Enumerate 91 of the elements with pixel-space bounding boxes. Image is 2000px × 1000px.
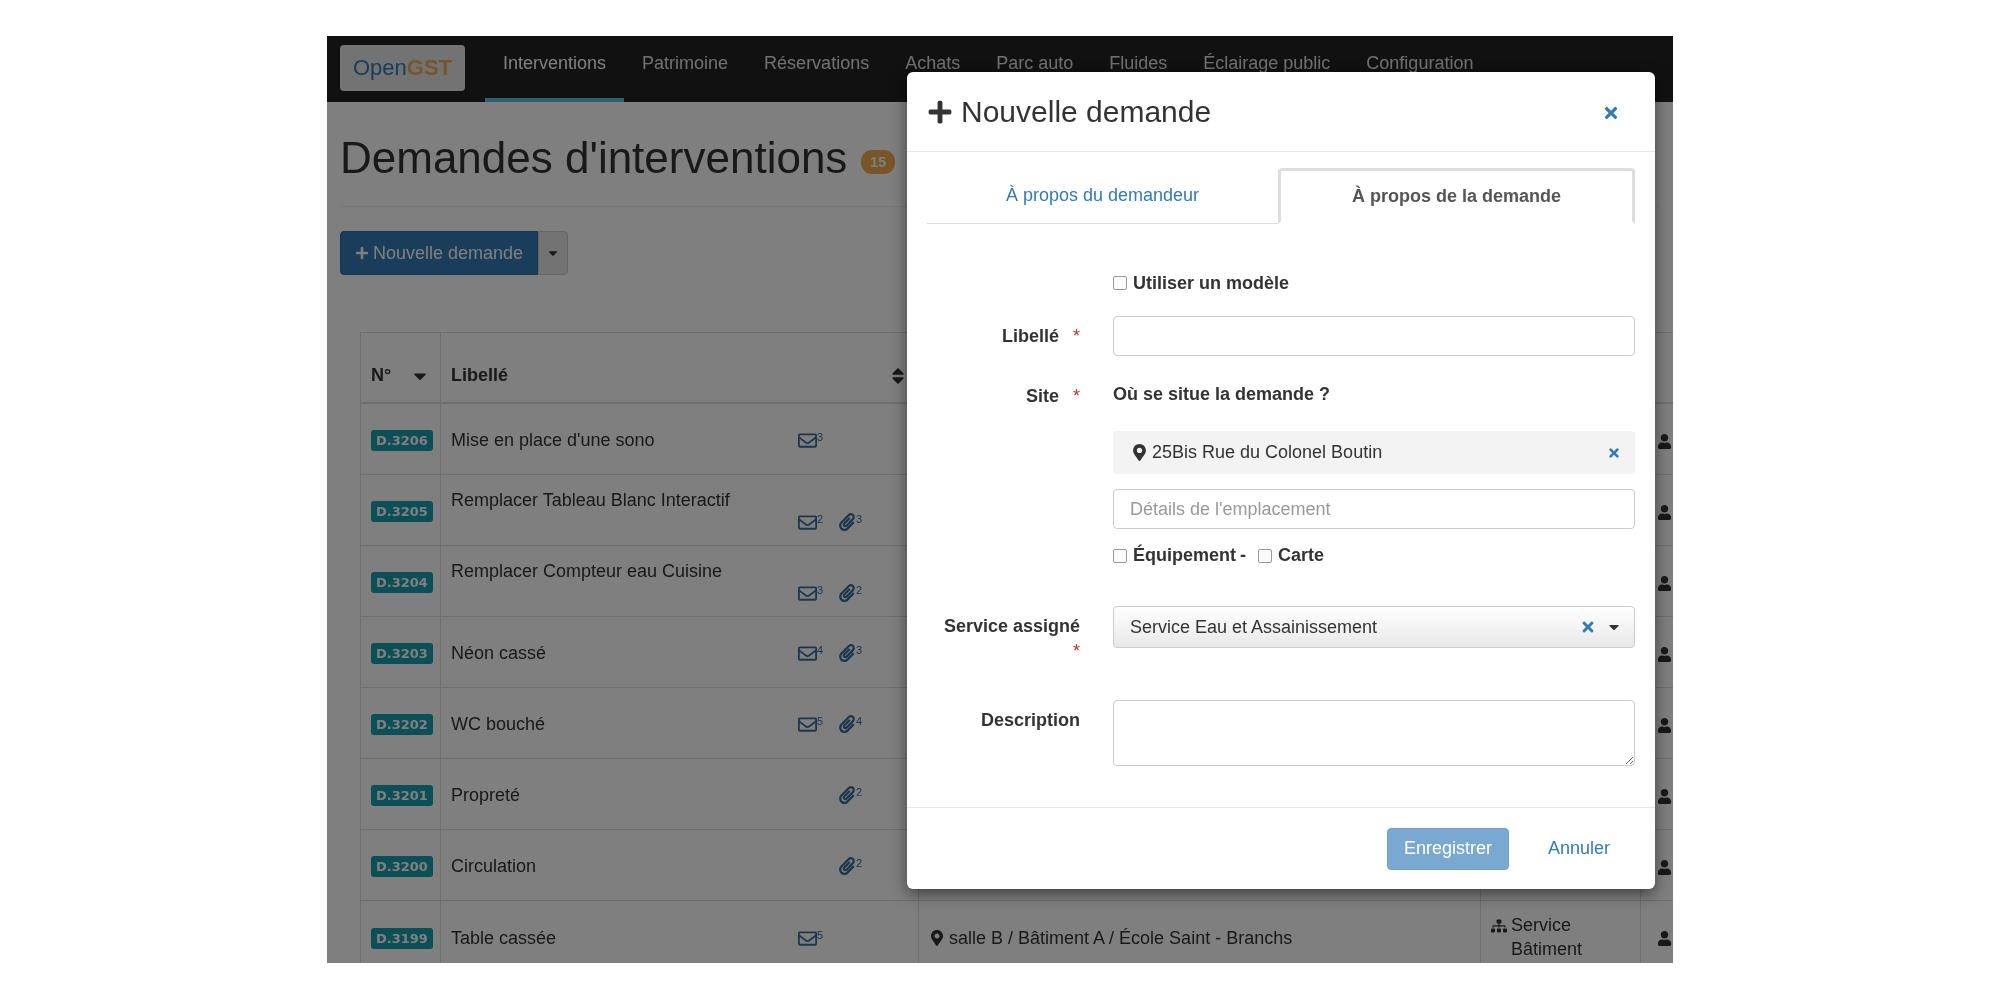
user-icon [1657, 717, 1672, 733]
clear-icon[interactable] [1580, 619, 1596, 635]
map-pin-icon [929, 930, 945, 946]
close-icon[interactable] [1607, 445, 1621, 460]
user-icon [1657, 646, 1672, 662]
user-icon [1657, 433, 1672, 449]
attachment-count: 3 [856, 643, 863, 656]
user-icon [1657, 575, 1672, 591]
request-title[interactable]: Remplacer Compteur eau Cuisine [451, 561, 729, 582]
attachment-count: 2 [856, 786, 863, 798]
request-title[interactable]: Propreté [451, 784, 527, 806]
count-badge: 15 [861, 150, 895, 174]
request-title[interactable]: Table cassée [451, 927, 563, 949]
request-id-badge[interactable]: D.3203 [371, 642, 433, 664]
request-id-badge[interactable]: D.3199 [371, 927, 433, 949]
new-request-button[interactable]: Nouvelle demande [340, 231, 539, 275]
page-title: Demandes d'interventions [340, 133, 848, 183]
request-title[interactable]: Remplacer Tableau Blanc Interactif [451, 490, 736, 511]
nav-link[interactable]: Patrimoine [624, 36, 747, 102]
request-id-badge[interactable]: D.3206 [371, 429, 433, 451]
user-icon [1657, 788, 1672, 804]
field-label: Libellé [1001, 325, 1059, 348]
field-label: Service assigné [943, 615, 1080, 638]
request-title[interactable]: Mise en place d'une sono [451, 429, 661, 451]
paperclip-icon [838, 786, 856, 804]
paperclip-icon [838, 643, 856, 662]
map-pin-icon [1131, 444, 1148, 461]
attachment-count: 2 [856, 584, 863, 596]
message-count: 4 [817, 643, 824, 656]
modal-title: Nouvelle demande [961, 94, 1212, 129]
message-count: 2 [817, 513, 824, 525]
user-icon [1657, 859, 1672, 875]
hierarchy-icon [1491, 918, 1507, 935]
envelope-icon [798, 928, 817, 948]
user-icon [1657, 504, 1672, 520]
location-details-field[interactable]: Détails de l'emplacement [1113, 489, 1635, 529]
column-header[interactable]: Libellé [451, 365, 508, 386]
service-select[interactable]: Service Eau et Assainissement [1113, 606, 1635, 648]
paperclip-icon [838, 513, 856, 531]
envelope-icon [798, 513, 817, 532]
paperclip-icon [838, 857, 856, 875]
checkbox-label[interactable]: Carte [1278, 545, 1325, 566]
message-count: 3 [817, 584, 824, 596]
paperclip-icon [838, 584, 856, 602]
site-question: Où se situe la demande ? [1113, 383, 1332, 406]
checkbox[interactable] [1258, 548, 1272, 563]
tab[interactable]: À propos du demandeur [927, 168, 1278, 223]
request-id-badge[interactable]: D.3205 [371, 500, 433, 522]
cancel-link[interactable]: Annuler [1530, 827, 1627, 870]
envelope-icon [798, 643, 817, 663]
plus-icon [927, 98, 953, 125]
text-input[interactable] [1113, 316, 1635, 356]
checkbox[interactable] [1113, 548, 1127, 563]
request-title[interactable]: Néon cassé [451, 642, 553, 664]
envelope-icon [798, 584, 817, 603]
envelope-icon [798, 714, 817, 734]
message-count: 5 [817, 928, 824, 941]
checkbox-label[interactable]: Utiliser un modèle [1133, 272, 1290, 294]
separator-text: - [1240, 545, 1246, 566]
message-count: 5 [817, 714, 824, 727]
request-id-badge[interactable]: D.3204 [371, 571, 433, 593]
column-header[interactable]: N° [371, 365, 392, 386]
logo[interactable]: OpenGST [340, 45, 465, 91]
request-title[interactable]: Circulation [451, 855, 543, 877]
attachment-count: 2 [856, 857, 863, 869]
attachment-count: 3 [856, 513, 863, 525]
service-text: Service Bâtiment [1511, 914, 1584, 961]
location-text: salle B / Bâtiment A / École Saint - Branchs [949, 927, 1293, 949]
description-field[interactable] [1113, 700, 1635, 766]
tab[interactable]: À propos de la demande [1278, 168, 1635, 224]
request-id-badge[interactable]: D.3202 [371, 713, 433, 735]
request-title[interactable]: WC bouché [451, 713, 552, 735]
request-id-badge[interactable]: D.3200 [371, 855, 433, 877]
required-mark: * [1073, 640, 1080, 663]
envelope-icon [798, 430, 817, 450]
paperclip-icon [838, 714, 856, 733]
checkbox-label[interactable]: Équipement [1133, 545, 1236, 566]
plus-icon [355, 246, 369, 260]
message-count: 3 [817, 430, 824, 443]
selected-site[interactable]: 25Bis Rue du Colonel Boutin [1113, 431, 1635, 474]
required-mark: * [1073, 325, 1080, 348]
request-id-badge[interactable]: D.3201 [371, 784, 433, 806]
required-mark: * [1073, 385, 1080, 408]
attachment-count: 4 [856, 714, 863, 727]
checkbox[interactable] [1113, 276, 1127, 290]
dropdown-toggle[interactable] [538, 231, 569, 275]
field-label: Site [1025, 385, 1059, 408]
nav-link[interactable]: Réservations [746, 36, 888, 102]
field-label: Description [980, 709, 1080, 732]
nav-link[interactable]: Interventions [485, 36, 625, 102]
user-icon [1657, 930, 1672, 946]
